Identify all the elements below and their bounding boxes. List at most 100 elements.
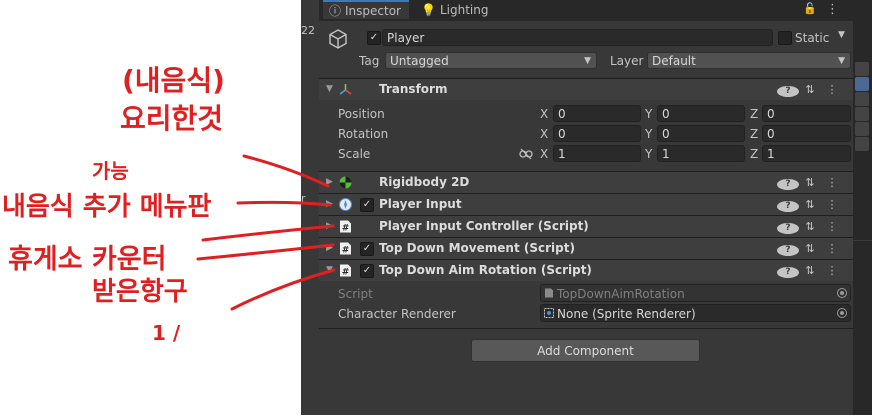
left-panel-edge: 22 r	[301, 0, 319, 415]
tab-inspector-label: Inspector	[345, 4, 401, 18]
component-header-player-input-controller[interactable]: ▶ # Player Input Controller (Script) ? ⇅ ⋮	[319, 216, 853, 237]
rotate-tool-icon[interactable]	[855, 92, 869, 106]
layer-value: Default	[652, 54, 696, 68]
foldout-closed-icon[interactable]: ▶	[326, 172, 333, 193]
tag-value: Untagged	[390, 54, 449, 68]
component-header-transform[interactable]: ▼ Transform ? ⇅ ⋮	[319, 79, 853, 100]
script-icon: #	[340, 264, 351, 278]
preset-icon[interactable]: ⇅	[799, 216, 821, 237]
scale-z-input[interactable]: 1	[762, 145, 851, 162]
tab-inspector[interactable]: ⓘ Inspector	[323, 0, 409, 19]
rotation-z-input[interactable]: 0	[762, 125, 851, 142]
static-checkbox[interactable]	[778, 31, 792, 45]
scale-y-input[interactable]: 1	[657, 145, 745, 162]
position-label: Position	[338, 107, 385, 121]
scale-x-input[interactable]: 1	[553, 145, 641, 162]
chevron-down-icon: ▼	[838, 56, 845, 66]
transform-title: Transform	[379, 82, 448, 96]
foldout-open-icon[interactable]: ▼	[326, 79, 333, 100]
lock-icon[interactable]: 🔓	[803, 2, 817, 15]
preset-icon[interactable]: ⇅	[799, 238, 821, 259]
hand-tool-icon[interactable]	[855, 62, 869, 76]
preset-icon[interactable]: ⇅	[799, 172, 821, 193]
top-down-movement-title: Top Down Movement (Script)	[379, 241, 575, 255]
rigidbody-icon	[339, 176, 352, 189]
help-icon[interactable]: ?	[777, 86, 799, 97]
object-picker-icon[interactable]	[837, 308, 847, 318]
help-icon[interactable]: ?	[777, 223, 799, 234]
position-z-input[interactable]: 0	[762, 105, 851, 122]
lightbulb-icon: 💡	[421, 3, 436, 17]
tab-menu-icon[interactable]: ⋮	[826, 2, 839, 17]
layer-dropdown[interactable]: Default ▼	[647, 52, 851, 69]
help-icon[interactable]: ?	[777, 201, 799, 212]
rigidbody-2d-title: Rigidbody 2D	[379, 175, 470, 189]
character-renderer-value: None (Sprite Renderer)	[557, 307, 696, 321]
rotation-z-axis-label: Z	[750, 127, 759, 141]
preset-icon[interactable]: ⇅	[799, 79, 821, 100]
svg-text:#: #	[342, 268, 350, 278]
scene-toolbar	[853, 0, 872, 415]
layer-label: Layer	[610, 54, 644, 68]
player-input-icon	[339, 198, 352, 211]
preset-icon[interactable]: ⇅	[799, 260, 821, 281]
sprite-renderer-icon	[544, 308, 554, 318]
help-icon[interactable]: ?	[777, 245, 799, 256]
component-header-player-input[interactable]: ▶ ✓ Player Input ? ⇅ ⋮	[319, 194, 853, 215]
object-name-input[interactable]: Player	[382, 29, 773, 46]
rect-tool-icon[interactable]	[855, 122, 869, 136]
scene-view-edge	[853, 240, 872, 416]
scale-tool-icon[interactable]	[855, 107, 869, 121]
panel-edge-number: 22	[301, 24, 315, 37]
character-renderer-label: Character Renderer	[338, 307, 456, 321]
add-component-button[interactable]: Add Component	[471, 339, 700, 362]
player-input-enabled-checkbox[interactable]: ✓	[360, 198, 374, 212]
chevron-down-icon: ▼	[584, 56, 591, 66]
help-icon[interactable]: ?	[777, 179, 799, 190]
scale-x-axis-label: X	[540, 147, 549, 161]
tab-bar: ⓘ Inspector 💡 Lighting 🔓 ⋮	[319, 0, 853, 21]
foldout-closed-icon[interactable]: ▶	[326, 238, 333, 259]
svg-text:#: #	[342, 224, 350, 234]
tab-lighting[interactable]: 💡 Lighting	[421, 0, 501, 21]
foldout-open-icon[interactable]: ▼	[326, 260, 333, 281]
component-header-top-down-aim-rotation[interactable]: ▼ # ✓ Top Down Aim Rotation (Script) ? ⇅ ⋮	[319, 260, 853, 281]
static-dropdown-arrow-icon[interactable]: ▼	[838, 30, 845, 40]
context-menu-icon[interactable]: ⋮	[821, 194, 843, 215]
component-header-top-down-movement[interactable]: ▶ # ✓ Top Down Movement (Script) ? ⇅ ⋮	[319, 238, 853, 259]
context-menu-icon[interactable]: ⋮	[821, 79, 843, 100]
script-icon: #	[340, 242, 351, 256]
rotation-x-axis-label: X	[540, 127, 549, 141]
preset-icon[interactable]: ⇅	[799, 194, 821, 215]
character-renderer-field[interactable]: None (Sprite Renderer)	[540, 304, 851, 322]
component-header-rigidbody-2d[interactable]: ▶ Rigidbody 2D ? ⇅ ⋮	[319, 172, 853, 193]
rotation-x-input[interactable]: 0	[553, 125, 641, 142]
constrain-proportions-icon[interactable]	[519, 148, 533, 160]
rotation-y-input[interactable]: 0	[657, 125, 745, 142]
script-value: TopDownAimRotation	[557, 287, 685, 301]
svg-text:#: #	[342, 246, 350, 256]
inspector-panel: ⓘ Inspector 💡 Lighting 🔓 ⋮ ✓ Player Static…	[319, 0, 853, 415]
info-icon: ⓘ	[329, 4, 342, 18]
active-checkbox[interactable]: ✓	[367, 31, 381, 45]
context-menu-icon[interactable]: ⋮	[821, 238, 843, 259]
move-tool-icon[interactable]	[855, 77, 869, 91]
top-down-aim-rotation-enabled-checkbox[interactable]: ✓	[360, 264, 374, 278]
context-menu-icon[interactable]: ⋮	[821, 260, 843, 281]
transform-tool-icon[interactable]	[855, 137, 869, 151]
position-y-input[interactable]: 0	[657, 105, 745, 122]
object-picker-icon	[837, 288, 847, 298]
context-menu-icon[interactable]: ⋮	[821, 216, 843, 237]
position-x-input[interactable]: 0	[553, 105, 641, 122]
tag-dropdown[interactable]: Untagged ▼	[385, 52, 597, 69]
foldout-closed-icon[interactable]: ▶	[326, 216, 333, 237]
foldout-closed-icon[interactable]: ▶	[326, 194, 333, 215]
top-down-aim-rotation-title: Top Down Aim Rotation (Script)	[379, 263, 592, 277]
top-down-movement-enabled-checkbox[interactable]: ✓	[360, 242, 374, 256]
static-label: Static	[795, 31, 830, 45]
help-icon[interactable]: ?	[777, 267, 799, 278]
rotation-y-axis-label: Y	[645, 127, 653, 141]
tag-label: Tag	[359, 54, 380, 68]
position-x-axis-label: X	[540, 107, 549, 121]
context-menu-icon[interactable]: ⋮	[821, 172, 843, 193]
